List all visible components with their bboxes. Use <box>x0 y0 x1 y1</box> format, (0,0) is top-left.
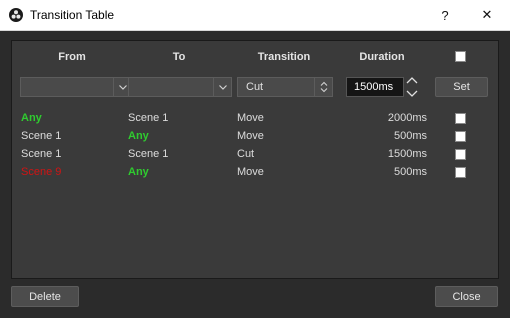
obs-logo-icon <box>9 8 23 22</box>
spin-up-icon[interactable] <box>406 76 418 84</box>
from-scene-dropdown[interactable] <box>20 77 132 97</box>
title-bar: Transition Table ? ✕ <box>0 0 510 31</box>
spin-down-icon[interactable] <box>406 90 418 98</box>
row-duration: 500ms <box>393 166 427 178</box>
row-transition: Cut <box>237 148 255 160</box>
chevron-down-icon[interactable] <box>213 78 231 96</box>
row-from: Scene 9 <box>21 166 62 178</box>
close-button[interactable]: Close <box>435 286 498 307</box>
updown-arrows-icon[interactable] <box>314 78 332 96</box>
select-all-checkbox[interactable] <box>455 51 466 62</box>
transition-type-value: Cut <box>246 81 264 93</box>
row-checkbox[interactable] <box>455 113 466 124</box>
column-header-from: From <box>58 51 86 63</box>
transition-type-dropdown[interactable]: Cut <box>237 77 333 97</box>
row-from: Any <box>21 112 42 124</box>
row-checkbox[interactable] <box>455 149 466 160</box>
column-header-transition: Transition <box>257 51 311 63</box>
to-scene-dropdown[interactable] <box>128 77 232 97</box>
row-from: Scene 1 <box>21 148 62 160</box>
help-button[interactable]: ? <box>424 0 466 30</box>
row-transition: Move <box>237 112 264 124</box>
row-to: Any <box>128 166 149 178</box>
transition-table-panel: From To Transition Duration Cut 1500ms S… <box>11 40 499 279</box>
window-close-button[interactable]: ✕ <box>466 0 508 30</box>
row-checkbox[interactable] <box>455 131 466 142</box>
row-duration: 500ms <box>393 130 427 142</box>
duration-spinner[interactable] <box>404 76 420 98</box>
row-duration: 2000ms <box>387 112 427 124</box>
row-checkbox[interactable] <box>455 167 466 178</box>
row-transition: Move <box>237 166 264 178</box>
table-row[interactable]: Scene 9 Any Move 500ms <box>12 164 498 182</box>
row-duration: 1500ms <box>387 148 427 160</box>
row-from: Scene 1 <box>21 130 62 142</box>
table-row[interactable]: Any Scene 1 Move 2000ms <box>12 110 498 128</box>
set-button[interactable]: Set <box>435 77 488 97</box>
row-to: Scene 1 <box>128 148 169 160</box>
row-transition: Move <box>237 130 264 142</box>
delete-button[interactable]: Delete <box>11 286 79 307</box>
duration-input[interactable]: 1500ms <box>346 77 404 97</box>
table-row[interactable]: Scene 1 Scene 1 Cut 1500ms <box>12 146 498 164</box>
column-header-to: To <box>172 51 186 63</box>
row-to: Any <box>128 130 149 142</box>
row-to: Scene 1 <box>128 112 169 124</box>
column-header-duration: Duration <box>359 51 405 63</box>
table-row[interactable]: Scene 1 Any Move 500ms <box>12 128 498 146</box>
window-title: Transition Table <box>30 8 115 22</box>
